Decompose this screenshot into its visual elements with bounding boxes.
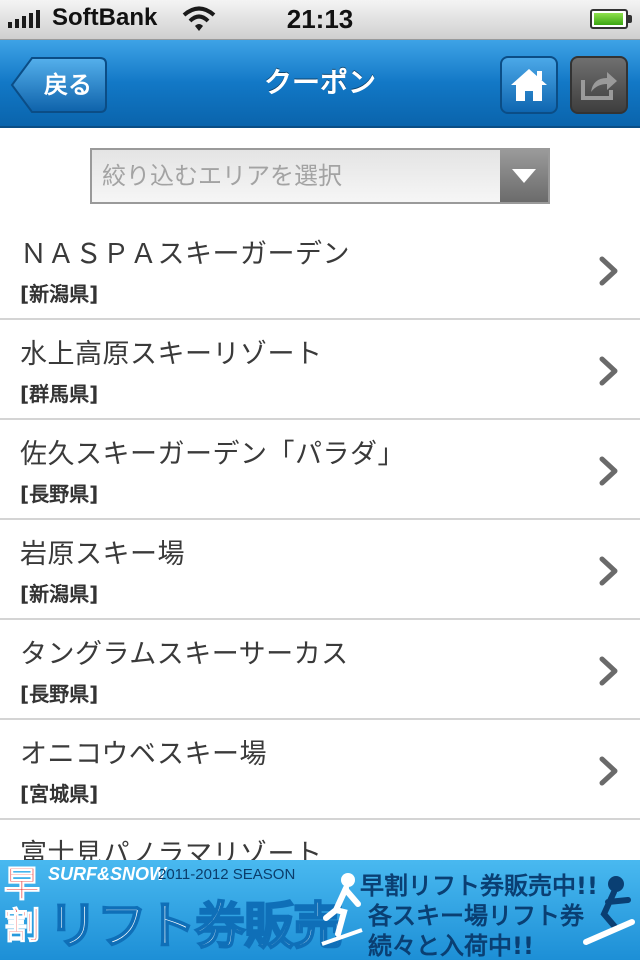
resort-list-item[interactable]: 岩原スキー場 [新潟県] xyxy=(0,520,640,620)
share-button[interactable] xyxy=(570,56,628,114)
ad-line-3: 続々と入荷中!! xyxy=(368,932,534,960)
resort-prefecture: [長野県] xyxy=(20,682,99,706)
ad-hayawari-text: 早割 xyxy=(4,864,41,948)
resort-list-item[interactable]: 佐久スキーガーデン「パラダ」 [長野県] xyxy=(0,420,640,520)
area-filter-placeholder: 絞り込むエリアを選択 xyxy=(102,162,342,190)
chevron-right-icon xyxy=(599,756,618,786)
resort-list-item[interactable]: 水上高原スキーリゾート [群馬県] xyxy=(0,320,640,420)
resort-list: ＮＡＳＰＡスキーガーデン [新潟県] 水上高原スキーリゾート [群馬県] 佐久スキーガー… xyxy=(0,220,640,920)
area-filter-select[interactable]: 絞り込むエリアを選択 xyxy=(90,148,550,204)
back-label: 戻る xyxy=(44,71,92,99)
resort-name: タングラムスキーサーカス xyxy=(20,639,349,670)
page-title: クーポン xyxy=(263,66,376,99)
chevron-right-icon xyxy=(599,256,618,286)
resort-prefecture: [長野県] xyxy=(20,482,99,506)
resort-prefecture: [新潟県] xyxy=(20,582,99,606)
chevron-right-icon xyxy=(599,656,618,686)
dropdown-arrow-icon[interactable] xyxy=(500,150,548,202)
back-button[interactable]: 戻る xyxy=(10,56,108,114)
resort-list-item[interactable]: ＮＡＳＰＡスキーガーデン [新潟県] xyxy=(0,220,640,320)
resort-name: オニコウベスキー場 xyxy=(20,739,267,770)
resort-name: 岩原スキー場 xyxy=(20,539,185,570)
chevron-right-icon xyxy=(599,556,618,586)
skier-icon xyxy=(321,873,363,946)
battery-icon xyxy=(590,9,632,29)
ad-banner[interactable]: 早割 SURF&SNOW 2011-2012 SEASON リフト券販売 早割リ… xyxy=(0,860,640,960)
resort-name: 水上高原スキーリゾート xyxy=(20,339,323,370)
resort-list-item[interactable]: オニコウベスキー場 [宮城県] xyxy=(0,720,640,820)
ad-headline: リフト券販売 xyxy=(47,896,344,956)
navigation-bar: 戻る クーポン xyxy=(0,40,640,128)
home-button[interactable] xyxy=(500,56,558,114)
battery-level xyxy=(594,13,623,25)
chevron-right-icon xyxy=(599,456,618,486)
resort-prefecture: [宮城県] xyxy=(20,782,99,806)
status-bar: SoftBank 21:13 xyxy=(0,0,640,40)
resort-name: ＮＡＳＰＡスキーガーデン xyxy=(20,239,350,270)
clock: 21:13 xyxy=(286,4,354,34)
ad-season-text: 2011-2012 SEASON xyxy=(158,866,296,883)
snowboarder-icon xyxy=(583,876,635,945)
share-icon xyxy=(581,72,617,100)
resort-prefecture: [新潟県] xyxy=(20,282,99,306)
home-icon xyxy=(511,69,547,101)
resort-name: 佐久スキーガーデン「パラダ」 xyxy=(20,439,405,470)
chevron-right-icon xyxy=(599,356,618,386)
ad-surf-snow-logo: SURF&SNOW xyxy=(48,864,166,884)
resort-prefecture: [群馬県] xyxy=(20,382,99,406)
resort-list-item[interactable]: タングラムスキーサーカス [長野県] xyxy=(0,620,640,720)
